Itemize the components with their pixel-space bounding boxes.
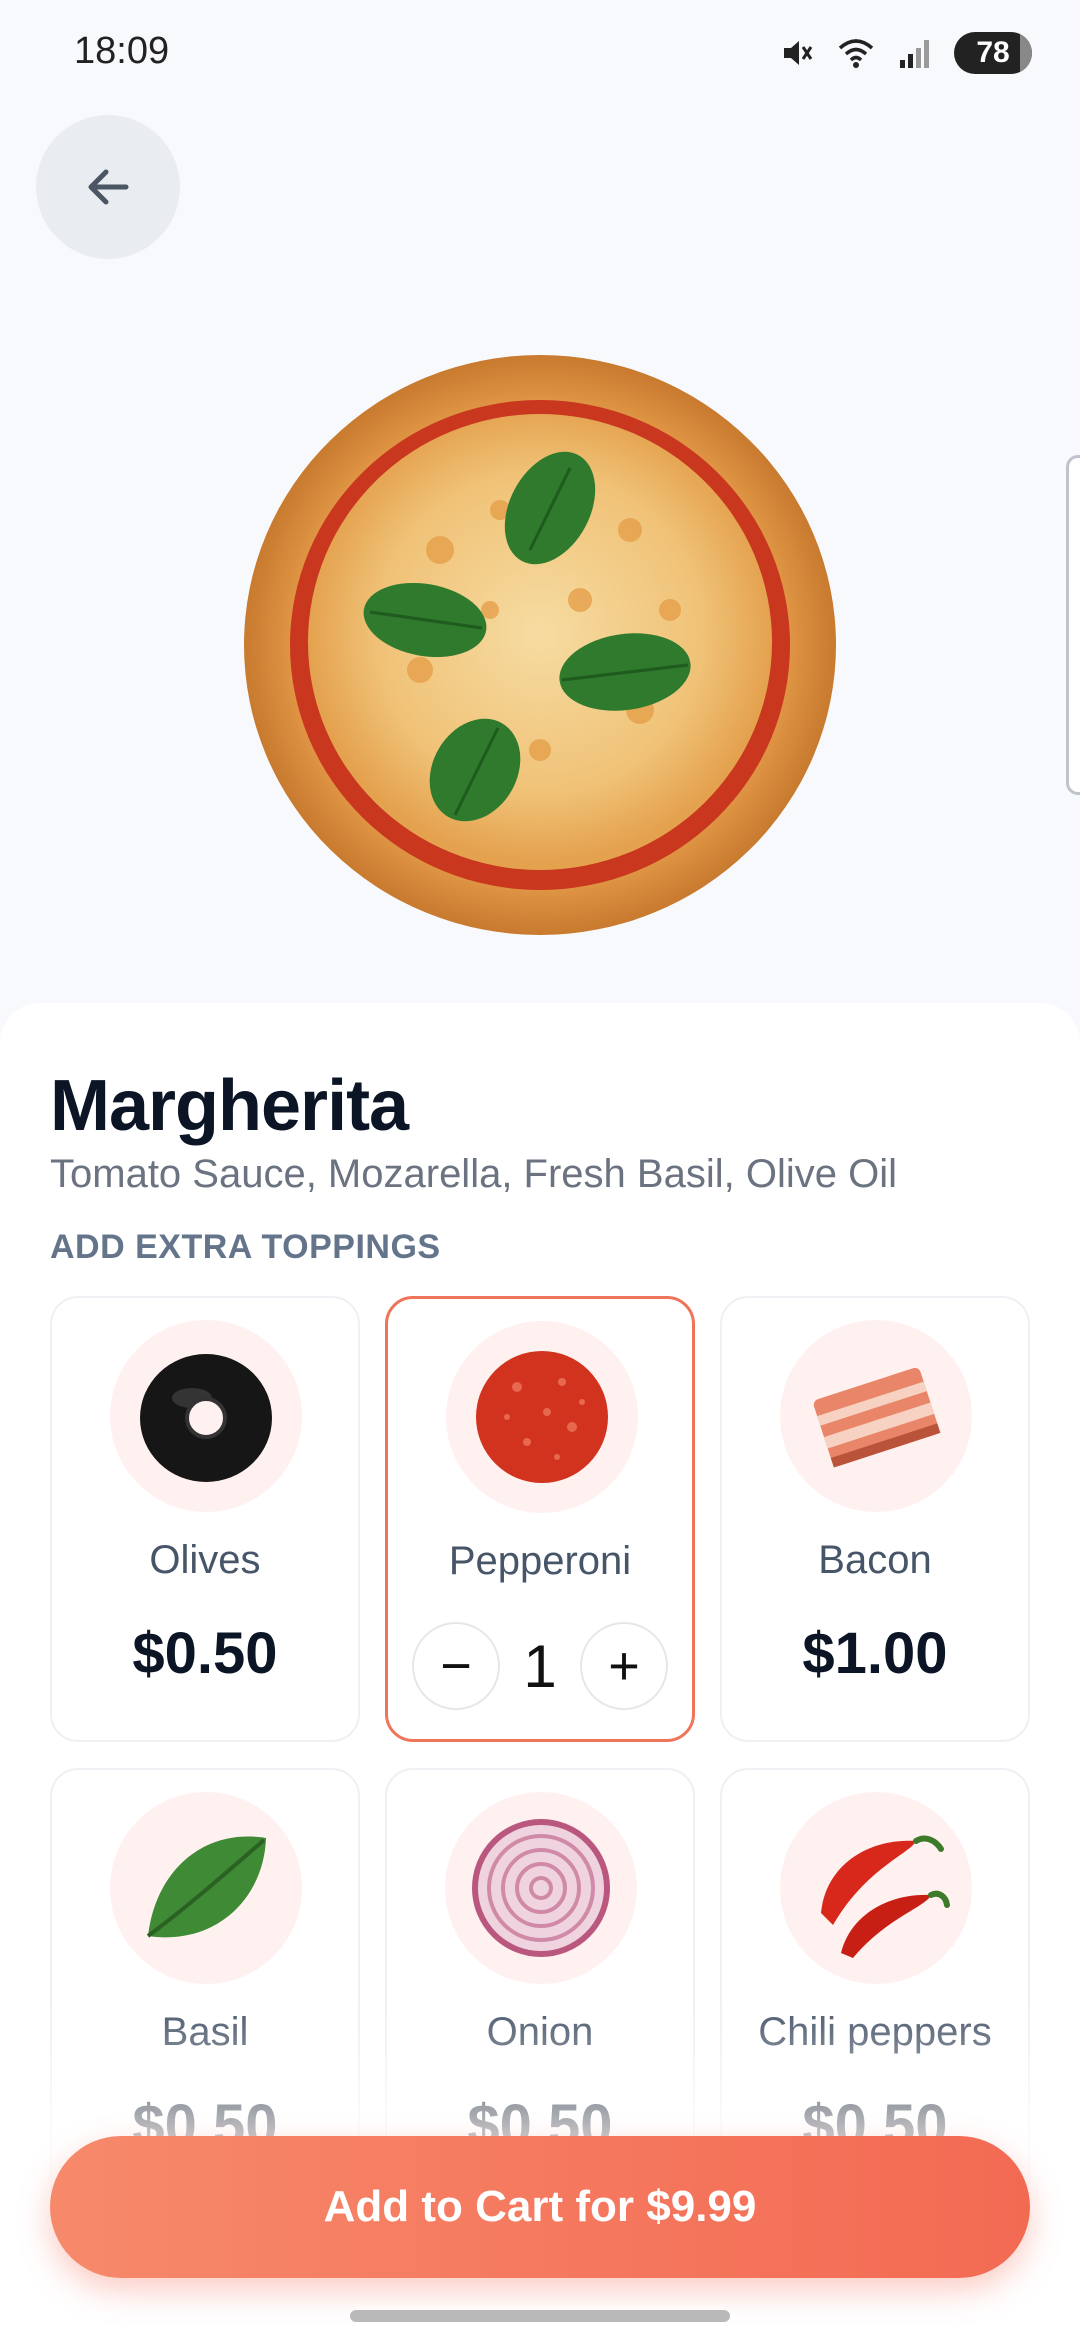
toppings-section-label: ADD EXTRA TOPPINGS bbox=[50, 1228, 441, 1266]
basil-icon bbox=[146, 1836, 266, 1938]
arrow-left-icon bbox=[88, 169, 129, 205]
wifi-icon bbox=[838, 39, 874, 68]
status-icons: 78 bbox=[778, 32, 1032, 74]
topping-price: $1.00 bbox=[802, 1621, 948, 1686]
status-time: 18:09 bbox=[74, 30, 170, 72]
pepperoni-thumbnail bbox=[446, 1321, 638, 1513]
topping-price: $0.50 bbox=[132, 1621, 278, 1686]
onion-icon bbox=[472, 1819, 610, 1957]
topping-name: Olives bbox=[149, 1538, 261, 1582]
quantity-value: 1 bbox=[523, 1632, 557, 1700]
battery-level: 78 bbox=[976, 36, 1010, 69]
topping-card-bacon[interactable]: Bacon $1.00 bbox=[720, 1296, 1030, 1742]
side-panel-handle[interactable] bbox=[1066, 455, 1080, 795]
home-indicator[interactable] bbox=[350, 2310, 730, 2322]
status-bar: 18:09 78 bbox=[0, 0, 1080, 110]
add-to-cart-button[interactable]: Add to Cart for $9.99 bbox=[50, 2136, 1030, 2278]
signal-icon bbox=[900, 40, 929, 68]
olive-thumbnail bbox=[110, 1320, 302, 1512]
battery-indicator: 78 bbox=[954, 32, 1032, 74]
topping-name: Basil bbox=[161, 2010, 249, 2054]
decrease-quantity-button[interactable]: − bbox=[412, 1622, 500, 1710]
product-description: Tomato Sauce, Mozarella, Fresh Basil, Ol… bbox=[50, 1152, 897, 1196]
topping-card-olives[interactable]: Olives $0.50 bbox=[50, 1296, 360, 1742]
basil-thumbnail bbox=[110, 1792, 302, 1984]
bacon-thumbnail bbox=[780, 1320, 972, 1512]
increase-quantity-button[interactable]: + bbox=[580, 1622, 668, 1710]
olive-icon bbox=[140, 1354, 272, 1482]
chili-pepper-icon bbox=[821, 1835, 950, 1958]
mute-icon bbox=[784, 41, 813, 65]
bacon-icon bbox=[813, 1367, 941, 1468]
pepperoni-icon bbox=[476, 1351, 608, 1483]
chili-thumbnail bbox=[780, 1792, 972, 1984]
onion-thumbnail bbox=[445, 1792, 637, 1984]
topping-name: Onion bbox=[486, 2010, 594, 2054]
topping-card-pepperoni[interactable]: Pepperoni − 1 + bbox=[385, 1296, 695, 1742]
back-button[interactable] bbox=[36, 115, 180, 259]
pizza-image bbox=[244, 355, 836, 935]
topping-name: Pepperoni bbox=[448, 1539, 632, 1583]
quantity-stepper: − 1 + bbox=[412, 1621, 668, 1711]
product-title: Margherita bbox=[50, 1066, 409, 1146]
topping-name: Chili peppers bbox=[758, 2010, 992, 2054]
topping-name: Bacon bbox=[818, 1538, 932, 1582]
